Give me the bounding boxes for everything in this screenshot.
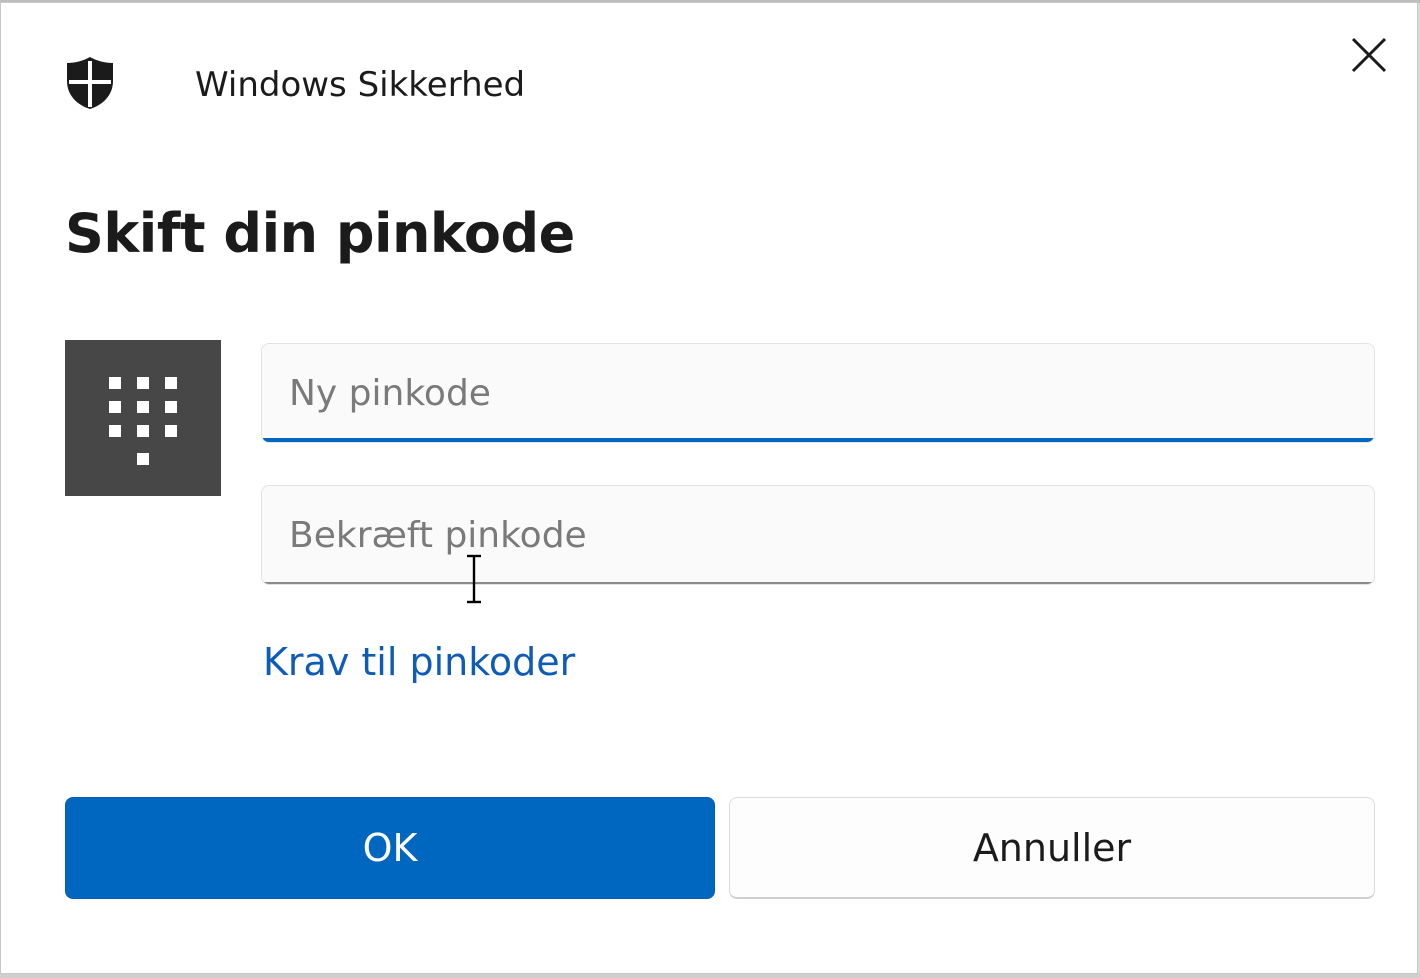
focus-underline bbox=[262, 438, 1374, 442]
pin-requirements-link[interactable]: Krav til pinkoder bbox=[263, 637, 575, 687]
close-button[interactable] bbox=[1337, 25, 1401, 89]
confirm-pin-input[interactable] bbox=[262, 486, 1374, 584]
dialog-heading: Skift din pinkode bbox=[65, 202, 575, 265]
new-pin-input[interactable] bbox=[262, 344, 1374, 442]
keypad-icon bbox=[109, 377, 177, 465]
windows-security-dialog: Windows Sikkerhed Skift din pinkode Krav… bbox=[0, 2, 1418, 974]
background-window-edge-bottom bbox=[0, 974, 1420, 978]
shield-icon bbox=[63, 55, 117, 111]
new-pin-field[interactable] bbox=[261, 343, 1375, 443]
ok-button[interactable]: OK bbox=[65, 797, 715, 899]
field-underline bbox=[262, 582, 1374, 584]
keypad-tile bbox=[65, 340, 221, 496]
confirm-pin-field[interactable] bbox=[261, 485, 1375, 585]
cancel-button[interactable]: Annuller bbox=[729, 797, 1375, 899]
app-title: Windows Sikkerhed bbox=[195, 65, 526, 105]
text-cursor-icon bbox=[462, 553, 486, 605]
close-icon bbox=[1349, 35, 1389, 79]
dialog-header: Windows Sikkerhed bbox=[1, 3, 1417, 153]
